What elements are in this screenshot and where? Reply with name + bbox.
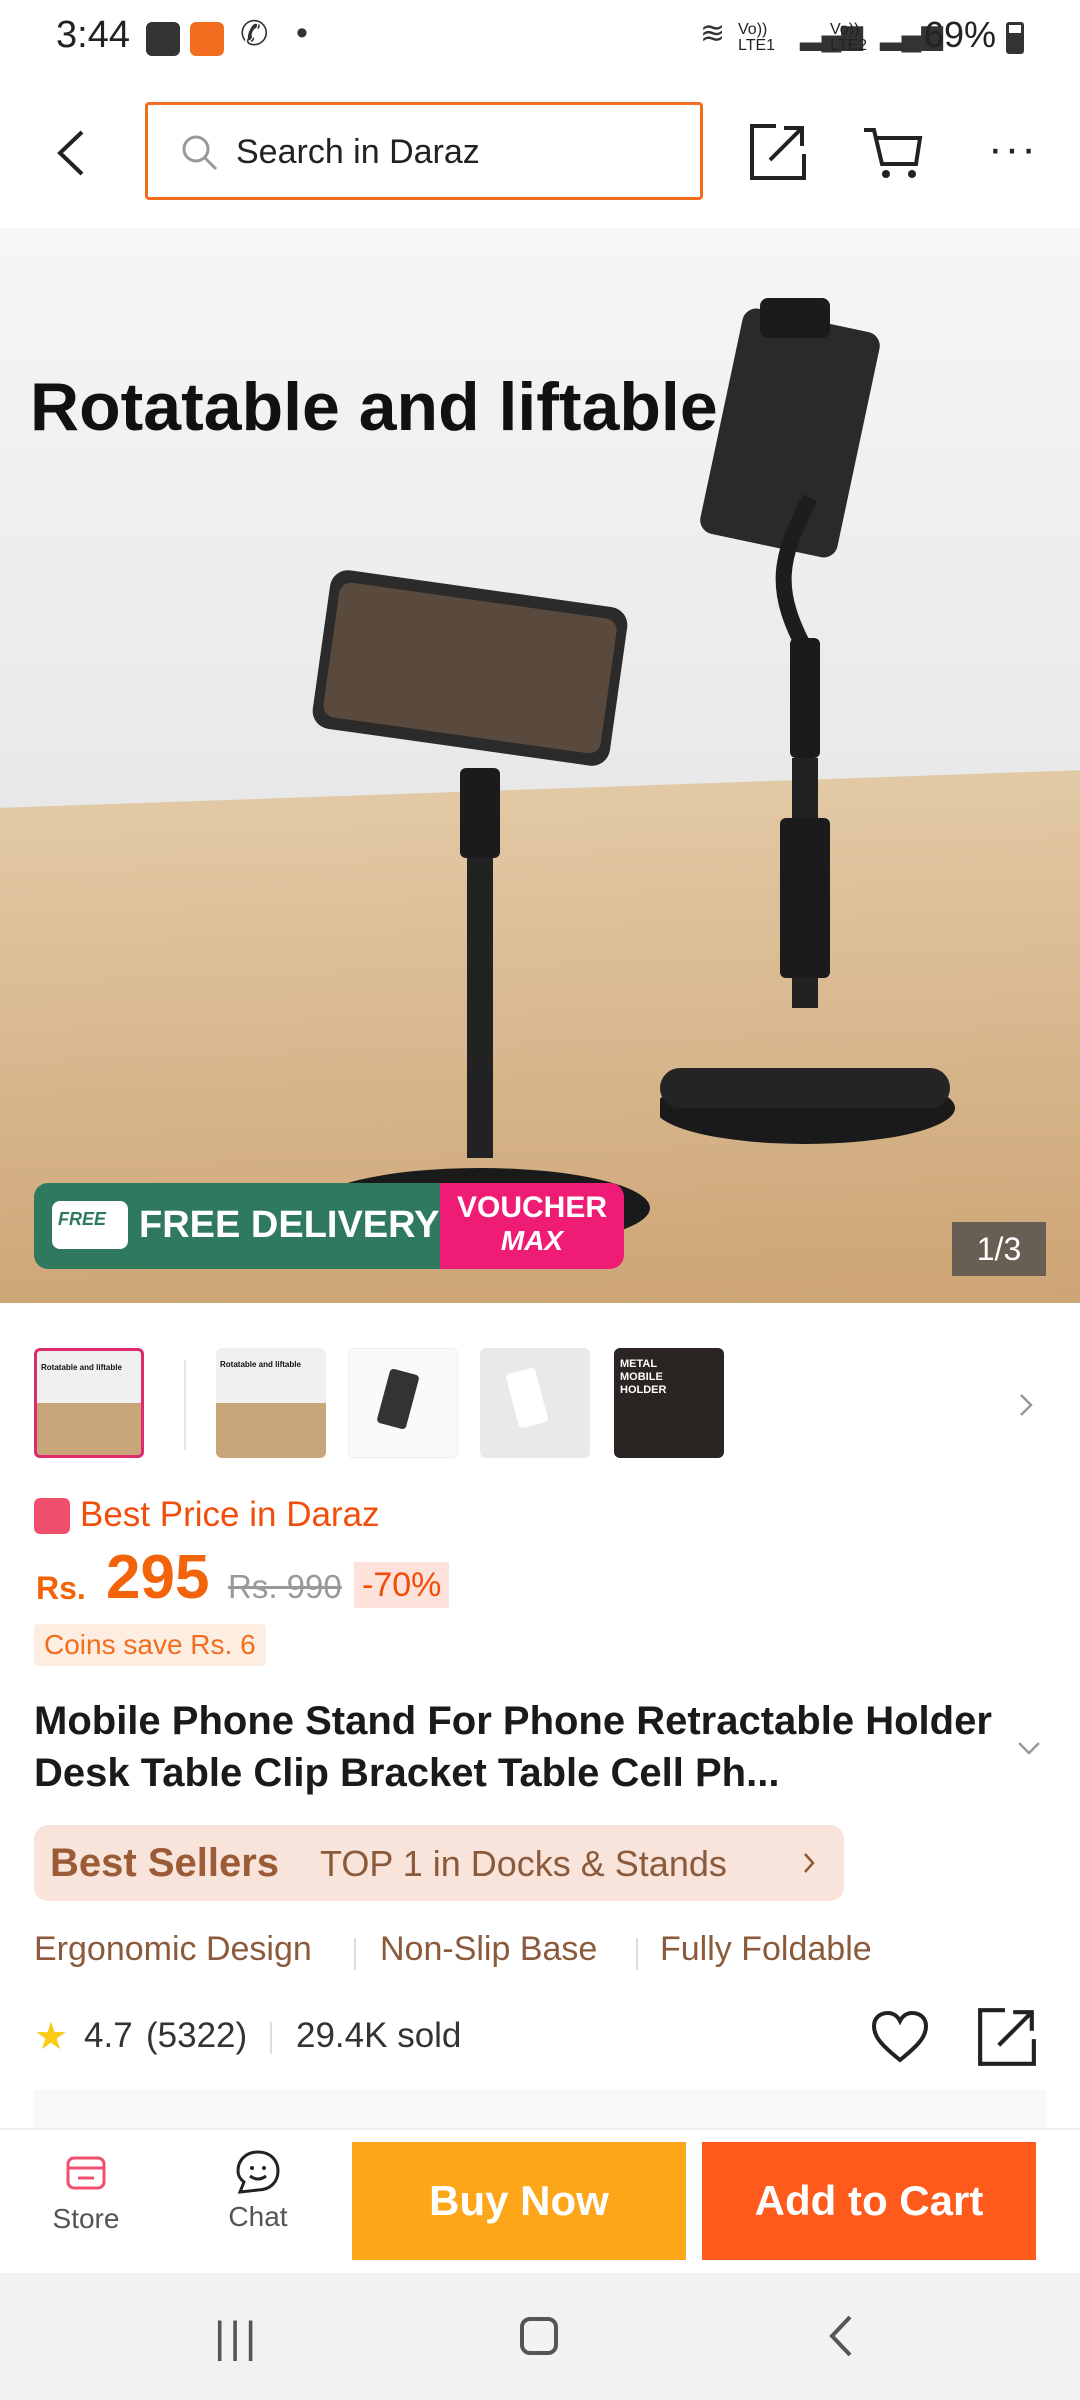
- back-nav-icon[interactable]: [826, 2313, 856, 2359]
- star-icon: ★: [34, 2016, 69, 2058]
- sim1-signal: Vo)) LTE1: [738, 21, 776, 54]
- discount-badge: -70%: [354, 1562, 450, 1608]
- feature-tag: Ergonomic Design: [34, 1930, 312, 1968]
- rating-divider: [270, 2022, 272, 2054]
- chevron-down-icon[interactable]: [1016, 1740, 1042, 1756]
- best-sellers-banner[interactable]: Best Sellers TOP 1 in Docks & Stands: [34, 1825, 844, 1901]
- free-delivery-text: FREE DELIVERY: [139, 1204, 440, 1246]
- wifi-icon: ≋: [700, 17, 726, 50]
- status-time: 3:44: [56, 14, 130, 56]
- buy-now-button[interactable]: Buy Now: [352, 2142, 686, 2260]
- cart-icon[interactable]: [862, 124, 924, 182]
- thumbnail-2[interactable]: Rotatable and liftable: [216, 1348, 326, 1458]
- free-delivery-banner: FREE FREE DELIVERY VOUCHER MAX: [34, 1183, 624, 1269]
- thumbnail-5[interactable]: METAL MOBILE HOLDER: [614, 1348, 724, 1458]
- status-bar: 3:44 ✆ • ≋ Vo)) LTE1 ▂▄▆ Vo)) LTE2 ▂▄▆ 6…: [0, 0, 1080, 78]
- back-icon[interactable]: [52, 128, 92, 178]
- search-icon: [182, 135, 218, 171]
- tablet-stand-image: [376, 1368, 420, 1430]
- thumbnail-caption: Rotatable and liftable: [220, 1360, 301, 1369]
- notification-dot-icon: •: [296, 14, 308, 52]
- feature-tag: Non-Slip Base: [380, 1930, 598, 1968]
- coins-savings: Coins save Rs. 6: [34, 1624, 266, 1666]
- feature-divider: [636, 1938, 638, 1970]
- best-price-icon: [34, 1498, 70, 1534]
- review-count[interactable]: (5322): [146, 2016, 247, 2056]
- sold-count: 29.4K sold: [296, 2016, 462, 2055]
- chat-icon: [236, 2150, 280, 2194]
- search-input[interactable]: Search in Daraz: [145, 102, 703, 200]
- free-badge-text: FREE: [58, 1209, 107, 1229]
- product-title[interactable]: Mobile Phone Stand For Phone Retractable…: [34, 1695, 994, 1799]
- voucher-max-text: MAX: [500, 1225, 564, 1256]
- voucher-text: VOUCHER: [456, 1191, 607, 1224]
- chevron-right-icon: [804, 1853, 815, 1873]
- bottom-action-bar: Store Chat Buy Now Add to Cart: [0, 2128, 1080, 2275]
- search-placeholder: Search in Daraz: [236, 133, 480, 171]
- price-currency: Rs.: [36, 1570, 86, 1606]
- image-counter: 1/3: [952, 1222, 1046, 1276]
- thumbnail-3[interactable]: [348, 1348, 458, 1458]
- thumbnail-divider: [184, 1360, 186, 1450]
- battery-percent: 69%: [924, 14, 997, 55]
- home-icon[interactable]: [520, 2317, 558, 2355]
- system-nav-bar: |||: [0, 2273, 1080, 2400]
- share-icon[interactable]: [748, 122, 808, 182]
- share-icon[interactable]: [976, 2006, 1038, 2068]
- best-price-label: Best Price in Daraz: [80, 1495, 380, 1534]
- chevron-right-icon[interactable]: [1018, 1392, 1034, 1418]
- rating-value[interactable]: 4.7: [84, 2016, 133, 2056]
- best-sellers-label: Best Sellers: [50, 1841, 280, 1885]
- gallery-icon: [146, 22, 180, 56]
- add-to-cart-button[interactable]: Add to Cart: [702, 2142, 1036, 2260]
- product-image-carousel[interactable]: Rotatable and liftable FREE FREE DELIVER…: [0, 228, 1080, 1303]
- feature-tag: Fully Foldable: [660, 1930, 872, 1968]
- missed-call-icon: ✆: [240, 15, 269, 53]
- voucher-max-badge: VOUCHER MAX: [440, 1183, 624, 1269]
- daraz-app-icon: [190, 22, 224, 56]
- store-label: Store: [52, 2203, 120, 2234]
- chat-button[interactable]: Chat: [202, 2144, 314, 2260]
- store-button[interactable]: Store: [30, 2144, 142, 2260]
- free-delivery-label: FREE FREE DELIVERY: [34, 1183, 440, 1269]
- feature-divider: [354, 1938, 356, 1970]
- battery-icon: [1006, 22, 1024, 54]
- chat-label: Chat: [228, 2201, 288, 2232]
- heart-icon[interactable]: [870, 2010, 930, 2064]
- thumbnail-caption: Rotatable and liftable: [41, 1363, 122, 1372]
- recent-apps-icon[interactable]: |||: [214, 2313, 260, 2363]
- thumbnail-1[interactable]: Rotatable and liftable: [34, 1348, 144, 1458]
- phone-stand-illustration: [310, 570, 650, 1248]
- section-divider: [34, 2090, 1046, 2128]
- thumbnail-caption: METAL MOBILE HOLDER: [620, 1358, 667, 1396]
- hero-title: Rotatable and liftable: [30, 369, 718, 445]
- best-sellers-rank: TOP 1 in Docks & Stands: [320, 1843, 727, 1884]
- store-icon: [66, 2156, 106, 2190]
- phone-stand-illustration: [660, 298, 955, 1144]
- original-price: Rs. 990: [228, 1568, 342, 1605]
- white-stand-image: [505, 1367, 549, 1429]
- thumbnail-4[interactable]: [480, 1348, 590, 1458]
- price-amount: 295: [106, 1543, 210, 1612]
- more-options-icon[interactable]: ···: [988, 124, 1038, 174]
